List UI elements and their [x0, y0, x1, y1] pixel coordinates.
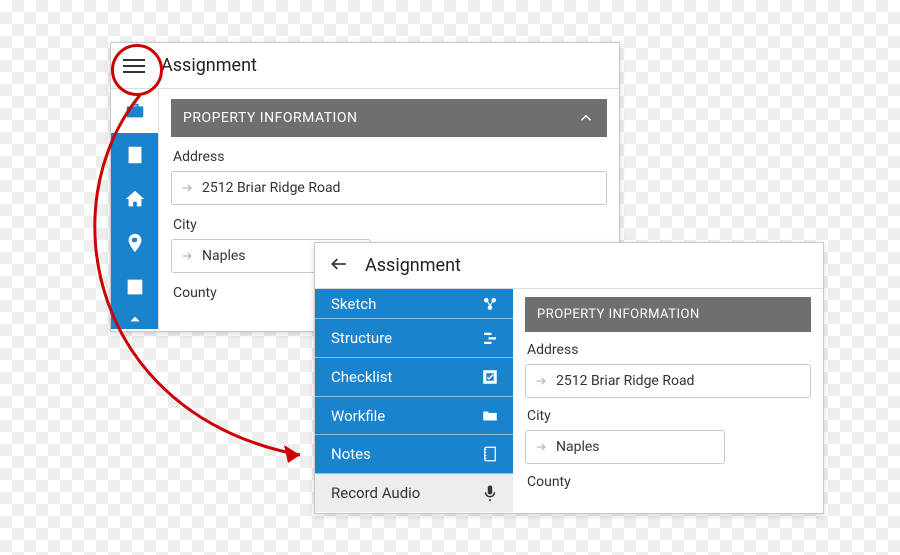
label-county: County [527, 474, 811, 490]
page-title: Assignment [161, 55, 257, 76]
side-rail [111, 89, 159, 331]
nav-drawer: Sketch Structure Checklist Workfile Note… [315, 289, 513, 513]
back-button[interactable] [329, 254, 349, 278]
rail-item-more[interactable] [111, 309, 158, 329]
drawer-label: Record Audio [331, 484, 420, 502]
drawer-label: Sketch [331, 295, 376, 313]
chevron-up-icon [577, 109, 595, 127]
folder-icon [481, 407, 499, 425]
arrow-left-icon [329, 254, 349, 274]
form-icon [124, 144, 146, 166]
drawer-item-checklist[interactable]: Checklist [315, 358, 513, 397]
input-value: 2512 Briar Ridge Road [556, 373, 694, 389]
drawer-label: Notes [331, 445, 371, 463]
structure-icon [481, 329, 499, 347]
drawer-item-structure[interactable]: Structure [315, 319, 513, 358]
input-value: 2512 Briar Ridge Road [202, 180, 340, 196]
checklist-icon [481, 368, 499, 386]
arrow-right-icon [180, 248, 196, 264]
label-city: City [527, 408, 811, 424]
form-panel: PROPERTY INFORMATION Address 2512 Briar … [513, 289, 823, 513]
window-expanded: Assignment Sketch Structure Checklist Wo… [314, 242, 824, 514]
home-icon [124, 188, 146, 210]
drawer-item-record-audio[interactable]: Record Audio [315, 474, 513, 513]
input-value: Naples [202, 248, 246, 264]
map-pin-icon [124, 232, 146, 254]
arrow-right-icon [180, 180, 196, 196]
arrow-right-icon [534, 439, 550, 455]
section-title: PROPERTY INFORMATION [183, 110, 357, 126]
section-title: PROPERTY INFORMATION [537, 307, 700, 322]
notes-icon [481, 445, 499, 463]
input-city[interactable]: Naples [525, 430, 725, 464]
page-title: Assignment [365, 255, 461, 276]
drawer-item-notes[interactable]: Notes [315, 435, 513, 474]
menu-icon[interactable] [123, 54, 147, 78]
rail-item-home[interactable] [111, 177, 158, 221]
label-address: Address [173, 149, 607, 165]
label-city: City [173, 217, 607, 233]
drawer-label: Workfile [331, 407, 385, 425]
titlebar: Assignment [315, 243, 823, 289]
section-header-property[interactable]: PROPERTY INFORMATION [525, 297, 811, 332]
image-icon [124, 276, 146, 298]
arrow-right-icon [534, 373, 550, 389]
rail-item-location[interactable] [111, 221, 158, 265]
input-address[interactable]: 2512 Briar Ridge Road [171, 171, 607, 205]
titlebar: Assignment [111, 43, 619, 89]
label-address: Address [527, 342, 811, 358]
mic-icon [481, 484, 499, 502]
drawer-item-workfile[interactable]: Workfile [315, 397, 513, 436]
input-value: Naples [556, 439, 600, 455]
chevron-up-icon [128, 312, 142, 326]
briefcase-icon [124, 100, 146, 122]
sketch-icon [481, 295, 499, 313]
rail-item-image[interactable] [111, 265, 158, 309]
drawer-label: Checklist [331, 368, 392, 386]
drawer-label: Structure [331, 329, 392, 347]
input-address[interactable]: 2512 Briar Ridge Road [525, 364, 811, 398]
section-header-property[interactable]: PROPERTY INFORMATION [171, 99, 607, 137]
rail-item-assignment[interactable] [111, 89, 158, 133]
drawer-item-sketch[interactable]: Sketch [315, 289, 513, 319]
rail-item-form[interactable] [111, 133, 158, 177]
